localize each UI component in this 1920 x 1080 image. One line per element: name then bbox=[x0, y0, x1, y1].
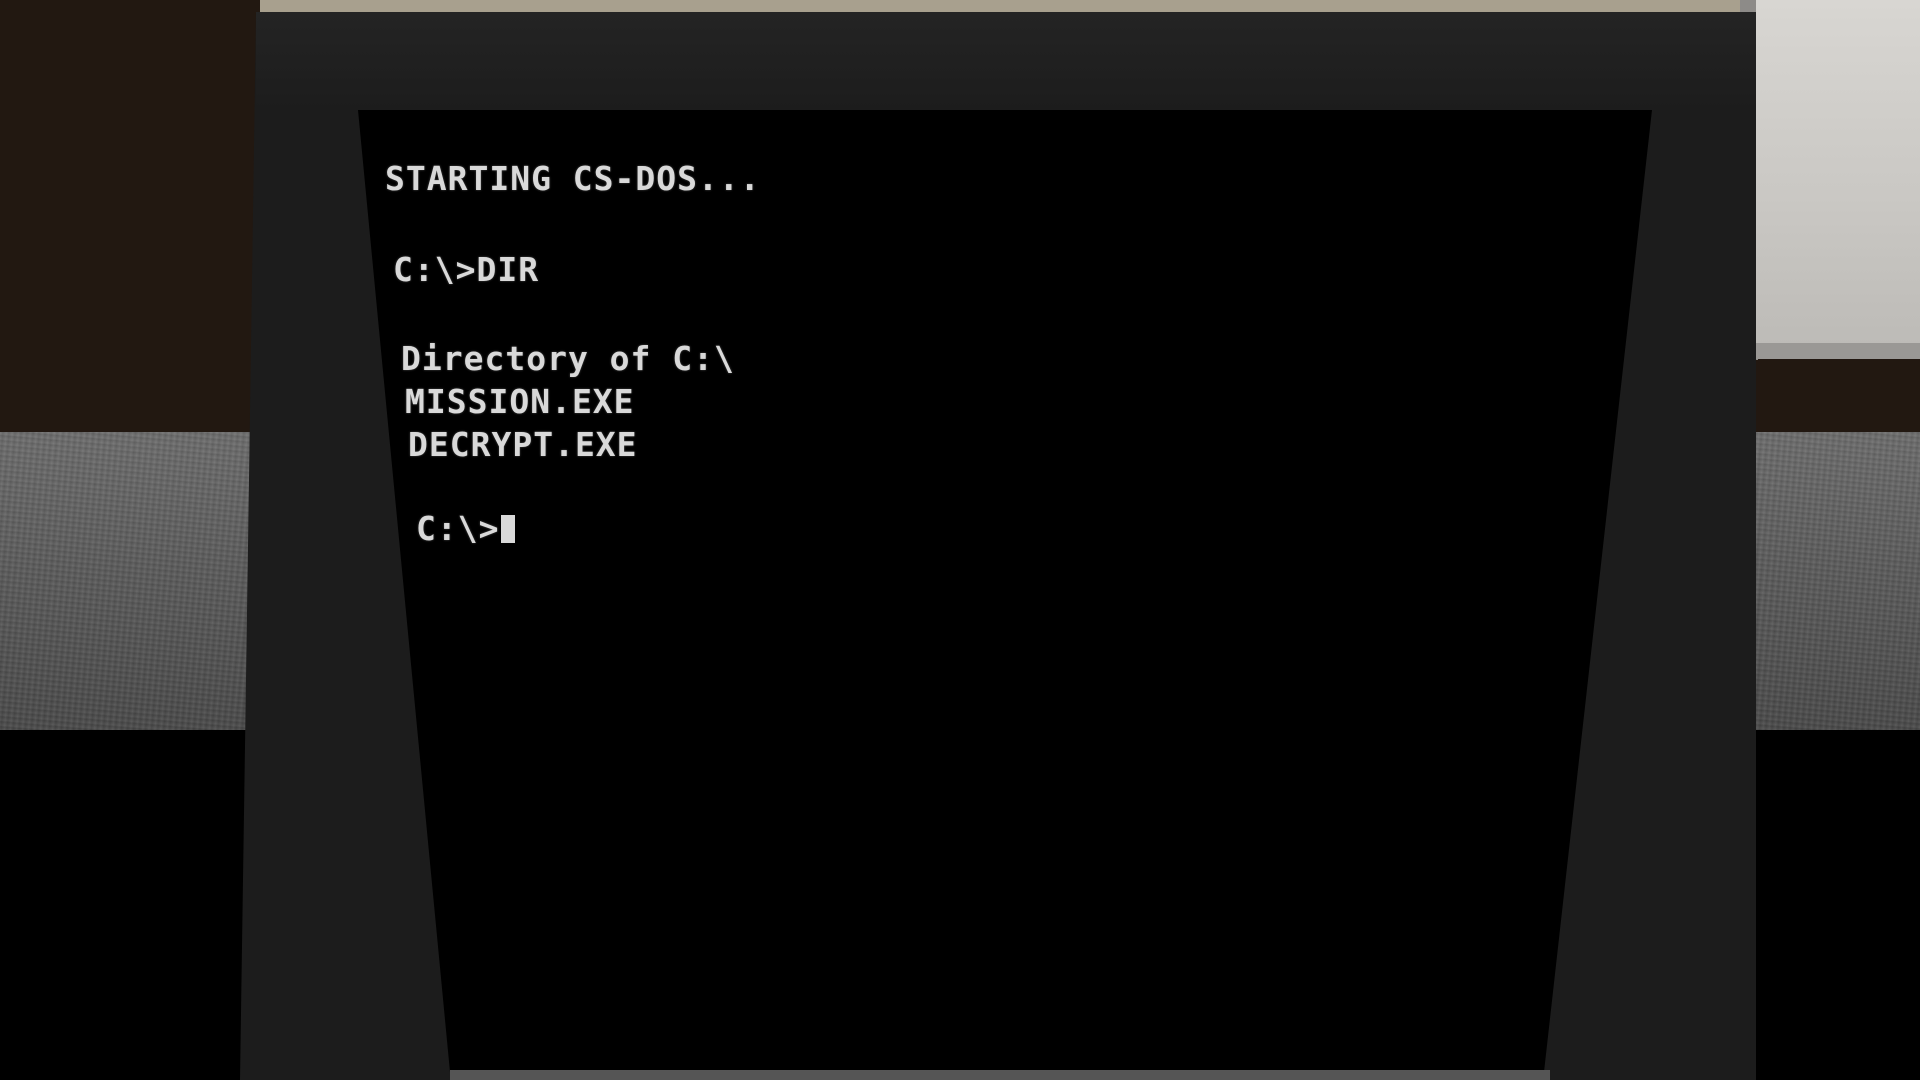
monitor-bottom-lip bbox=[450, 1070, 1550, 1080]
wall-panel-edge bbox=[1756, 343, 1920, 359]
wall-panel bbox=[1756, 0, 1920, 345]
monitor-bezel-top bbox=[256, 12, 1756, 112]
game-scene: STARTING CS-DOS... C:\>DIR Directory of … bbox=[0, 0, 1920, 1080]
command-prompt-input[interactable]: C:\> bbox=[416, 509, 516, 548]
block-cursor-icon bbox=[501, 515, 516, 543]
current-prompt: C:\> bbox=[416, 509, 500, 548]
monitor-screen[interactable] bbox=[358, 110, 1652, 1072]
